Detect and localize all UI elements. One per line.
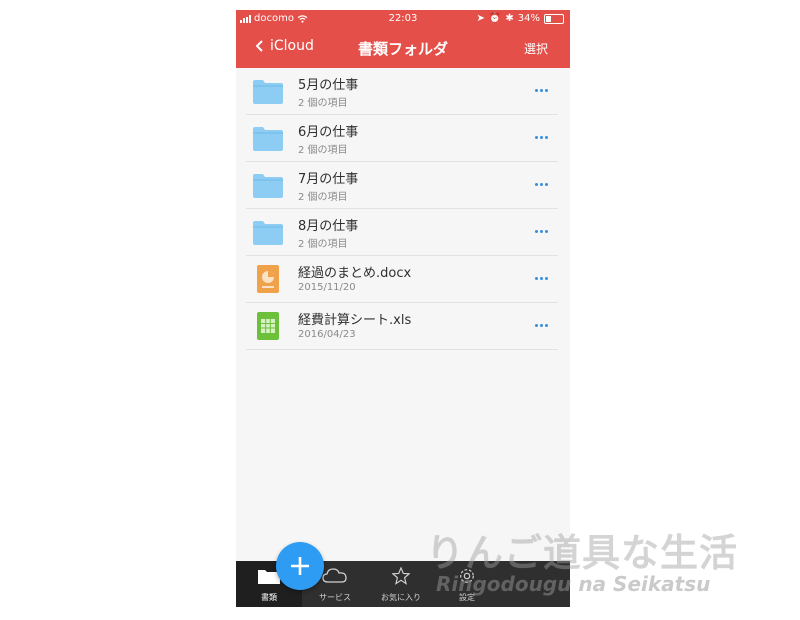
folder-icon	[253, 127, 283, 151]
item-subtitle: 2 個の項目	[298, 239, 348, 250]
bluetooth-icon: ✱	[505, 13, 514, 24]
item-name: 経過のまとめ.docx	[298, 266, 412, 281]
spreadsheet-file-icon	[257, 312, 279, 340]
item-name: 5月の仕事	[298, 78, 359, 93]
more-icon[interactable]	[530, 318, 552, 332]
battery-percent: 34%	[517, 13, 540, 24]
nav-bar: iCloud 書類フォルダ 選択	[236, 32, 570, 66]
more-icon[interactable]	[530, 271, 552, 285]
more-icon[interactable]	[530, 130, 552, 144]
tab-label: お気に入り	[381, 593, 421, 602]
list-item[interactable]: 経費計算シート.xls 2016/04/23	[246, 303, 558, 350]
phone-screen: docomo 22:03 ➤ ⏰ ✱ 34% iCloud 書類フォルダ 選択	[236, 10, 570, 607]
back-button[interactable]: iCloud	[256, 38, 314, 54]
alarm-icon: ⏰	[488, 13, 502, 24]
status-bar: docomo 22:03 ➤ ⏰ ✱ 34%	[236, 10, 570, 28]
folder-icon	[253, 221, 283, 245]
more-icon[interactable]	[530, 177, 552, 191]
more-icon[interactable]	[530, 83, 552, 97]
more-icon[interactable]	[530, 224, 552, 238]
list-item[interactable]: 8月の仕事 2 個の項目	[246, 209, 558, 256]
item-name: 8月の仕事	[298, 219, 359, 234]
select-button[interactable]: 選択	[524, 40, 548, 57]
item-subtitle: 2 個の項目	[298, 192, 348, 203]
battery-icon	[544, 13, 564, 24]
chevron-left-icon	[256, 40, 263, 52]
item-name: 7月の仕事	[298, 172, 359, 187]
item-subtitle: 2 個の項目	[298, 98, 348, 109]
list-item[interactable]: 7月の仕事 2 個の項目	[246, 162, 558, 209]
presentation-file-icon	[257, 265, 279, 293]
plus-icon	[291, 557, 309, 575]
back-label: iCloud	[270, 38, 314, 54]
item-subtitle: 2 個の項目	[298, 145, 348, 156]
list-item[interactable]: 5月の仕事 2 個の項目	[246, 68, 558, 115]
top-bar: docomo 22:03 ➤ ⏰ ✱ 34% iCloud 書類フォルダ 選択	[236, 10, 570, 68]
item-subtitle: 2016/04/23	[298, 329, 356, 340]
item-subtitle: 2015/11/20	[298, 282, 356, 293]
watermark-title: りんご道具な生活	[426, 531, 739, 575]
location-icon: ➤	[476, 13, 485, 24]
document-list: 5月の仕事 2 個の項目 6月の仕事 2 個の項目 7月の仕事 2 個の項目 8…	[246, 68, 558, 350]
folder-icon	[253, 174, 283, 198]
list-item[interactable]: 6月の仕事 2 個の項目	[246, 115, 558, 162]
item-name: 経費計算シート.xls	[298, 313, 412, 328]
item-name: 6月の仕事	[298, 125, 359, 140]
tab-favorites[interactable]: お気に入り	[368, 561, 434, 607]
cloud-icon	[322, 568, 347, 583]
folder-icon	[253, 80, 283, 104]
add-button[interactable]	[276, 542, 324, 590]
tab-label: サービス	[319, 593, 351, 602]
star-icon	[392, 567, 410, 585]
list-item[interactable]: 経過のまとめ.docx 2015/11/20	[246, 256, 558, 303]
watermark-subtitle: Ringodougu na Seikatsu	[436, 572, 711, 596]
tab-label: 書類	[261, 593, 277, 602]
